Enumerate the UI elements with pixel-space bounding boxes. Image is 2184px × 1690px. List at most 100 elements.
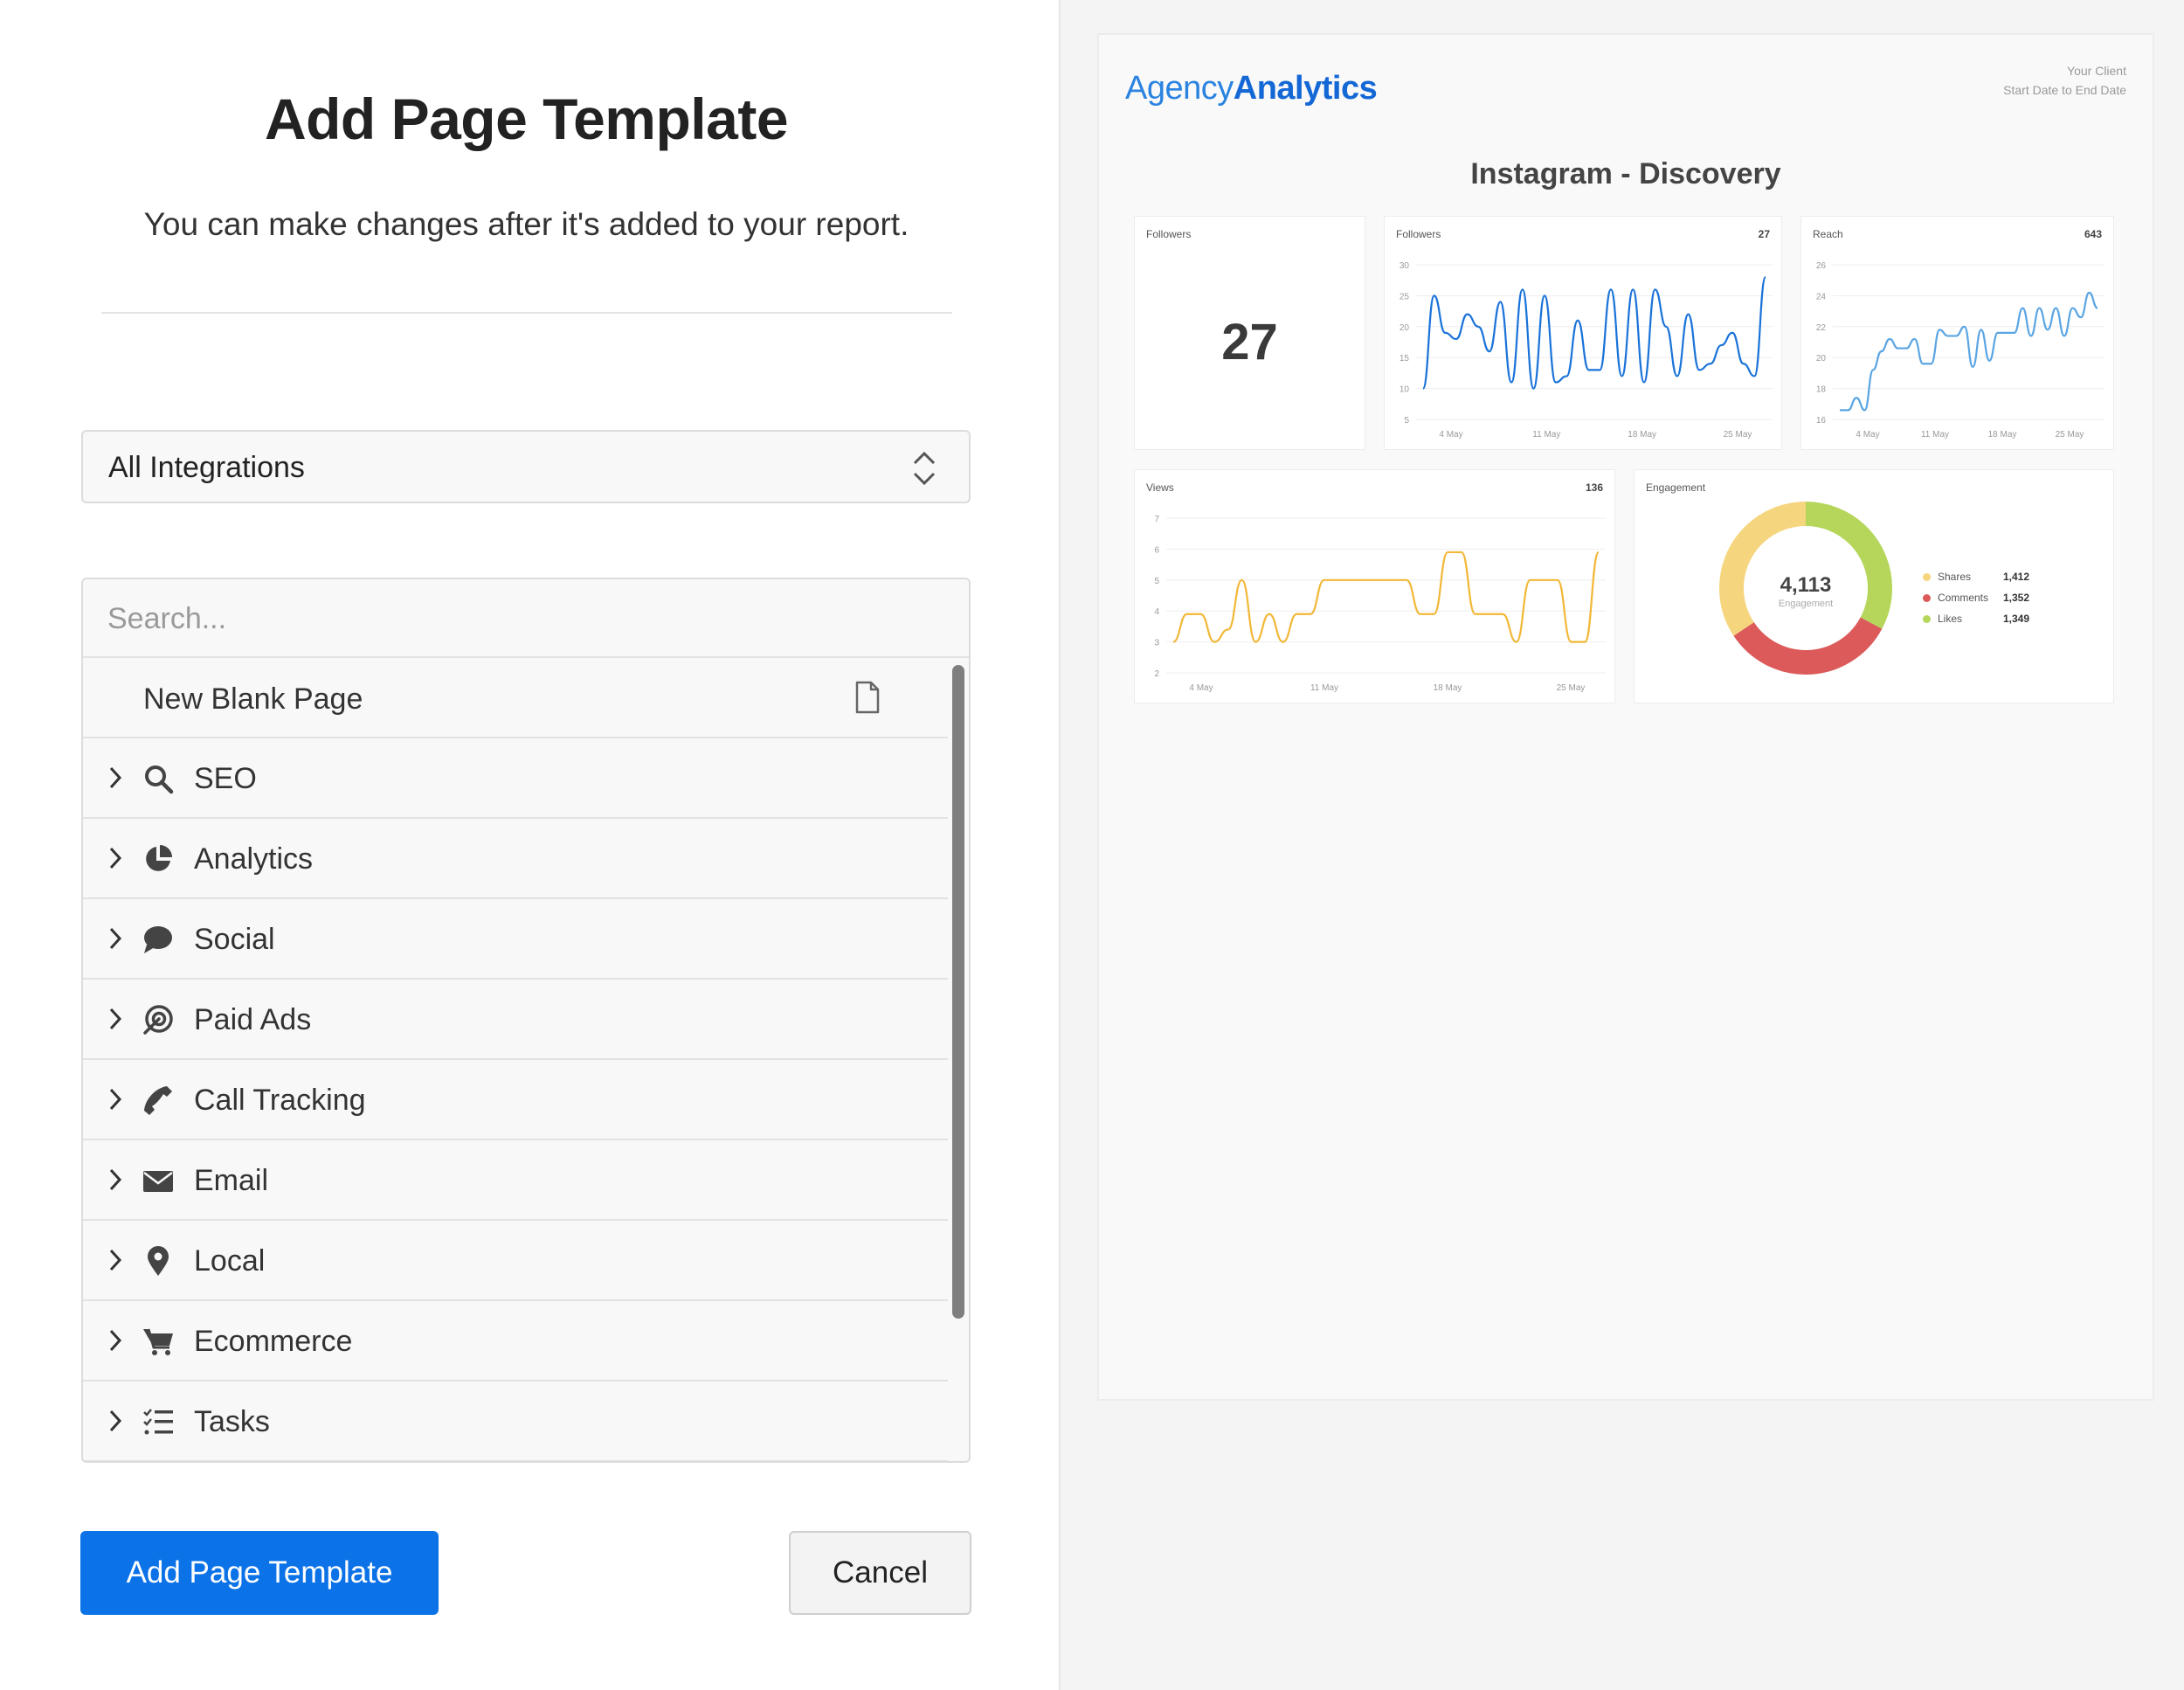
tasks-icon [143, 1409, 173, 1435]
donut-total-label: Engagement [1779, 599, 1833, 609]
category-label: Tasks [194, 1405, 270, 1438]
chevron-right-icon [109, 1249, 122, 1271]
chevron-right-icon [109, 927, 122, 950]
x-tick-label: 18 May [1434, 683, 1462, 693]
list-scrollbar[interactable] [952, 665, 964, 1319]
y-tick-label: 20 [1400, 323, 1410, 333]
chevron-up-down-icon [913, 451, 936, 486]
card-title: Followers [1146, 228, 1192, 240]
y-tick-label: 5 [1154, 577, 1159, 586]
chevron-right-icon [109, 1409, 122, 1432]
y-tick-label: 5 [1404, 416, 1409, 426]
integrations-select[interactable]: All Integrations [81, 430, 971, 503]
category-call-tracking[interactable]: Call Tracking [83, 1060, 948, 1140]
y-tick-label: 4 [1154, 607, 1159, 617]
chevron-right-icon [109, 1329, 122, 1352]
report-meta: Your Client Start Date to End Date [2003, 61, 2126, 100]
legend-name: Shares [1938, 571, 1972, 583]
category-label: Call Tracking [194, 1084, 366, 1117]
y-tick-label: 18 [1816, 385, 1827, 395]
search-input[interactable] [107, 595, 894, 642]
y-tick-label: 20 [1816, 354, 1827, 364]
category-social[interactable]: Social [83, 899, 948, 980]
followers-chart-card: Followers 27 30 25 20 15 10 5 4 May 11 May 18 Ma… [1384, 216, 1782, 450]
dialog-subtitle: You can make changes after it's added to… [143, 206, 909, 242]
category-tasks[interactable]: Tasks [83, 1382, 948, 1461]
cart-icon [143, 1328, 173, 1355]
category-label: SEO [194, 762, 257, 795]
category-analytics[interactable]: Analytics [83, 819, 948, 899]
template-preview-panel: AgencyAnalytics Your Client Start Date t… [1059, 0, 2184, 1690]
series-line [1421, 276, 1767, 390]
followers-metric-card: Followers 27 [1134, 216, 1365, 450]
y-tick-label: 22 [1816, 323, 1827, 333]
logo-part-1: Agency [1125, 70, 1234, 107]
views-chart-card: Views 136 7654324 May 11 May 18 May 25 May [1134, 469, 1615, 703]
x-tick-label: 4 May [1856, 430, 1879, 440]
template-list: New Blank Page SEO Analytics Social Paid… [81, 578, 971, 1463]
y-tick-label: 15 [1400, 354, 1410, 364]
legend-value: 1,412 [2003, 571, 2030, 583]
divider [101, 312, 952, 314]
x-tick-label: 4 May [1439, 430, 1462, 440]
followers-line-chart: 30 25 20 15 10 5 4 May 11 May 18 May 25 May [1400, 261, 1773, 440]
category-email[interactable]: Email [83, 1140, 948, 1221]
agency-analytics-logo: AgencyAnalytics [1125, 70, 1378, 107]
legend-value: 1,352 [2003, 592, 2030, 604]
cancel-button[interactable]: Cancel [789, 1531, 971, 1615]
report-preview: AgencyAnalytics Your Client Start Date t… [1097, 33, 2154, 1401]
chevron-right-icon [109, 766, 122, 789]
series-line [1172, 551, 1600, 643]
category-label: Analytics [194, 842, 314, 876]
legend-dot [1923, 573, 1931, 581]
category-ecommerce[interactable]: Ecommerce [83, 1301, 948, 1382]
y-tick-label: 24 [1816, 292, 1827, 301]
date-range: Start Date to End Date [2003, 83, 2126, 97]
reach-chart-card: Reach 643 26 24 22 20 18 16 4 May 11 May 18 May 2… [1800, 216, 2114, 450]
y-tick-label: 7 [1154, 515, 1159, 524]
document-icon [855, 681, 880, 714]
y-tick-label: 2 [1154, 669, 1159, 679]
category-label: Paid Ads [194, 1003, 312, 1036]
logo-part-2: Analytics [1233, 70, 1378, 107]
x-tick-label: 25 May [1557, 683, 1586, 693]
add-page-template-panel: Add Page Template You can make changes a… [0, 0, 1059, 1690]
new-blank-page-label: New Blank Page [143, 682, 363, 716]
legend-dot [1923, 615, 1931, 623]
category-label: Ecommerce [194, 1325, 353, 1358]
chevron-right-icon [109, 1088, 122, 1111]
category-paid-ads[interactable]: Paid Ads [83, 980, 948, 1060]
search-icon [145, 765, 174, 794]
client-name: Your Client [2067, 64, 2126, 78]
new-blank-page-item[interactable]: New Blank Page [83, 658, 948, 738]
y-tick-label: 3 [1154, 639, 1159, 648]
y-tick-label: 26 [1816, 261, 1827, 271]
views-line-chart: 7 6 5 4 3 2 4 May 11 May 18 May 25 May [1154, 515, 1606, 693]
y-tick-label: 16 [1816, 416, 1827, 426]
legend-value: 1,349 [2003, 613, 2030, 625]
add-page-template-button[interactable]: Add Page Template [80, 1531, 439, 1615]
y-tick-label: 6 [1154, 545, 1159, 555]
x-tick-label: 11 May [1532, 430, 1560, 440]
envelope-icon [143, 1171, 173, 1192]
chevron-right-icon [109, 1168, 122, 1191]
x-tick-label: 25 May [1724, 430, 1752, 440]
legend-name: Comments [1938, 592, 1989, 604]
y-tick-label: 30 [1400, 261, 1410, 271]
category-seo[interactable]: SEO [83, 738, 948, 819]
chat-bubble-icon [144, 926, 172, 953]
x-tick-label: 18 May [1628, 430, 1656, 440]
pie-chart-icon [146, 845, 172, 871]
target-icon [143, 1005, 173, 1035]
integrations-select-value: All Integrations [108, 451, 305, 484]
x-tick-label: 25 May [2056, 430, 2084, 440]
x-tick-label: 11 May [1921, 430, 1949, 440]
chevron-right-icon [109, 1008, 122, 1030]
y-tick-label: 25 [1400, 292, 1410, 301]
legend-name: Likes [1938, 613, 1963, 625]
chevron-right-icon [109, 847, 122, 869]
search-box [83, 579, 969, 658]
category-local[interactable]: Local [83, 1221, 948, 1301]
followers-value: 27 [1221, 314, 1278, 371]
engagement-donut-chart: 4,113 Engagement [1719, 502, 1892, 675]
